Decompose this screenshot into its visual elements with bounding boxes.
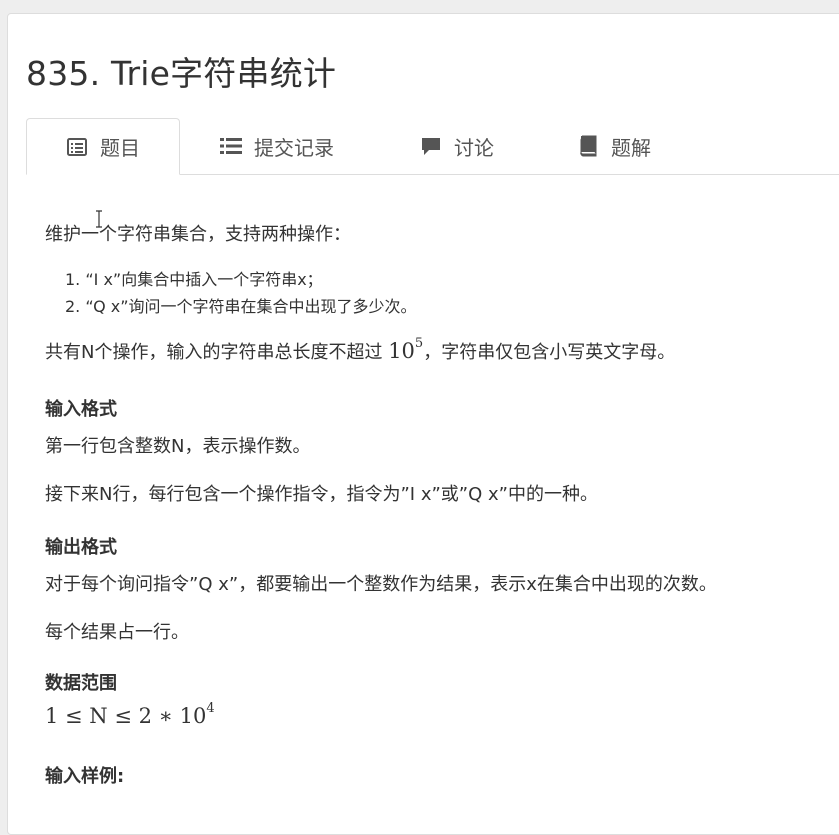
operation-item-query: 2. “Q x”询问一个字符串在集合中出现了多少次。	[65, 297, 417, 316]
tab-problem-label: 题目	[100, 136, 140, 160]
output-format-line2: 每个结果占一行。	[45, 622, 189, 643]
intro-text: 维护一个字符串集合，支持两种操作：	[45, 224, 351, 245]
input-format-heading: 输入格式	[45, 399, 117, 420]
constraint-exponent: 5	[414, 336, 424, 351]
input-format-line2: 接下来N行，每行包含一个操作指令，指令为”I x”或”Q x”中的一种。	[45, 484, 598, 505]
constraint-suffix: ，字符串仅包含小写英文字母。	[423, 342, 676, 363]
data-range-formula: 1 ≤ N ≤ 2 ∗ 104	[45, 701, 215, 728]
sample-input-heading: 输入样例:	[45, 766, 125, 787]
list-alt-icon	[66, 136, 88, 158]
constraint-formula: 105	[388, 336, 424, 363]
output-format-heading: 输出格式	[45, 537, 117, 558]
constraint-base: 10	[388, 339, 415, 363]
tab-bar: 题目 提交记录 讨论 题解	[26, 118, 839, 175]
book-icon	[577, 135, 599, 157]
tab-discussion-label: 讨论	[454, 135, 494, 160]
list-icon	[220, 135, 242, 157]
tab-submissions[interactable]: 提交记录	[220, 118, 334, 174]
comment-icon	[420, 135, 442, 157]
data-range-heading: 数据范围	[45, 673, 117, 694]
constraint-prefix: 共有N个操作，输入的字符串总长度不超过	[45, 342, 389, 363]
data-range-formula-exponent: 4	[206, 701, 215, 716]
input-format-line1: 第一行包含整数N，表示操作数。	[45, 436, 311, 457]
tab-problem[interactable]: 题目	[26, 118, 180, 175]
tab-discussion[interactable]: 讨论	[420, 118, 494, 174]
problem-title: 835. Trie字符串统计	[26, 54, 337, 93]
tab-solutions[interactable]: 题解	[577, 118, 651, 174]
data-range-formula-base: 1 ≤ N ≤ 2 ∗ 10	[45, 704, 207, 728]
tab-submissions-label: 提交记录	[254, 135, 334, 160]
constraint-text: 共有N个操作，输入的字符串总长度不超过 105，字符串仅包含小写英文字母。	[45, 336, 676, 364]
output-format-line1: 对于每个询问指令”Q x”，都要输出一个整数作为结果，表示x在集合中出现的次数。	[45, 574, 717, 595]
operation-item-insert: 1. “I x”向集合中插入一个字符串x；	[65, 270, 323, 289]
tab-solutions-label: 题解	[611, 135, 651, 160]
